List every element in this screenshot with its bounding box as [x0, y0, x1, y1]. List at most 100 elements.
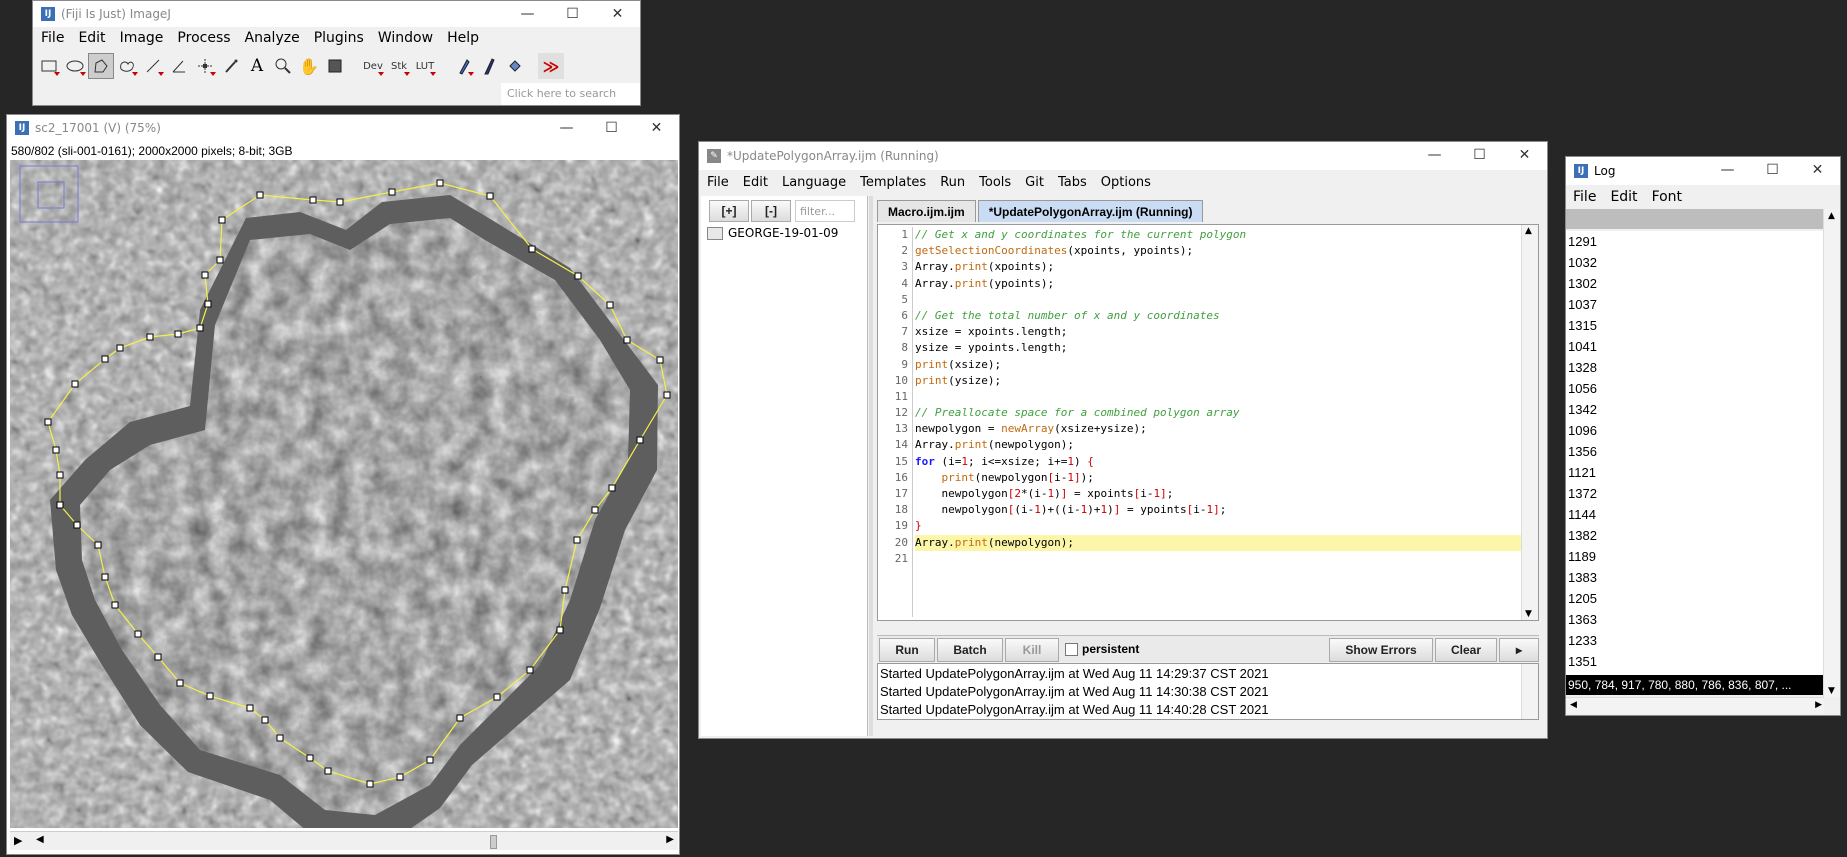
editor-menu-templates[interactable]: Templates — [853, 175, 933, 190]
polygon-handle[interactable] — [276, 734, 284, 742]
editor-menu-edit[interactable]: Edit — [736, 175, 775, 190]
scroll-right-icon[interactable]: ▶ — [1815, 700, 1822, 710]
polygon-handle[interactable] — [493, 693, 501, 701]
batch-button[interactable]: Batch — [937, 638, 1003, 662]
scroll-left-icon[interactable]: ◀ — [1570, 700, 1577, 710]
code-line[interactable]: Array.print(newpolygon); — [915, 437, 1521, 453]
output-vscrollbar[interactable] — [1521, 664, 1538, 719]
flood-fill-tool-icon[interactable] — [502, 53, 528, 79]
polygon-handle[interactable] — [636, 436, 644, 444]
scroll-right-icon[interactable]: ▶ — [666, 834, 674, 845]
close-icon[interactable]: ✕ — [634, 115, 679, 141]
code-line[interactable]: Array.print(ypoints); — [915, 276, 1521, 292]
editor-menu-language[interactable]: Language — [775, 175, 853, 190]
polygon-tool-icon[interactable] — [88, 53, 114, 79]
polygon-handle[interactable] — [44, 418, 52, 426]
minimize-icon[interactable]: — — [1412, 142, 1457, 168]
maximize-icon[interactable]: ☐ — [1457, 142, 1502, 168]
minimize-icon[interactable]: — — [1705, 157, 1750, 183]
scroll-down-icon[interactable]: ▼ — [1525, 609, 1532, 619]
editor-menu-tools[interactable]: Tools — [972, 175, 1018, 190]
tab-macro[interactable]: Macro.ijm.ijm — [877, 200, 976, 222]
code-line[interactable] — [915, 389, 1521, 405]
polygon-handle[interactable] — [623, 336, 631, 344]
oval-tool-icon[interactable] — [62, 53, 88, 79]
code-line[interactable]: ysize = ypoints.length; — [915, 340, 1521, 356]
tree-remove-button[interactable]: [-] — [751, 200, 791, 222]
code-line[interactable]: xsize = xpoints.length; — [915, 324, 1521, 340]
log-vscrollbar[interactable]: ▲ ▼ — [1823, 209, 1840, 697]
code-line[interactable]: getSelectionCoordinates(xpoints, ypoints… — [915, 243, 1521, 259]
close-icon[interactable]: ✕ — [1502, 142, 1547, 168]
polygon-handle[interactable] — [526, 666, 534, 674]
tree-add-button[interactable]: [+] — [709, 200, 749, 222]
polygon-handle[interactable] — [656, 356, 664, 364]
code-line[interactable]: print(ysize); — [915, 373, 1521, 389]
polygon-handle[interactable] — [146, 333, 154, 341]
polygon-handle[interactable] — [116, 344, 124, 352]
polygon-handle[interactable] — [196, 324, 204, 332]
polygon-handle[interactable] — [56, 501, 64, 509]
log-menu-font[interactable]: Font — [1645, 189, 1689, 205]
stk-tool[interactable]: Stk — [386, 53, 412, 79]
maximize-icon[interactable]: ☐ — [550, 1, 595, 27]
polygon-handle[interactable] — [528, 245, 536, 253]
code-line[interactable]: newpolygon = newArray(xsize+ysize); — [915, 421, 1521, 437]
wand-tool-icon[interactable] — [218, 53, 244, 79]
polygon-handle[interactable] — [261, 716, 269, 724]
brush-tool-icon[interactable] — [476, 53, 502, 79]
code-line[interactable]: // Get the total number of x and y coord… — [915, 308, 1521, 324]
polygon-handle[interactable] — [591, 506, 599, 514]
polygon-handle[interactable] — [52, 446, 60, 454]
imagej-menu-image[interactable]: Image — [113, 30, 171, 46]
code-line[interactable]: } — [915, 518, 1521, 534]
imagej-menu-edit[interactable]: Edit — [71, 30, 112, 46]
code-line[interactable]: Array.print(newpolygon); — [915, 534, 1521, 551]
polygon-handle[interactable] — [561, 586, 569, 594]
polygon-handle[interactable] — [174, 330, 182, 338]
scroll-down-icon[interactable]: ▼ — [1828, 686, 1835, 696]
polygon-handle[interactable] — [306, 754, 314, 762]
log-text-area[interactable]: 1291 1032 1302 1037 1315 1041 1328 1056 1342 1096… — [1566, 231, 1824, 695]
slice-scroll-thumb[interactable] — [490, 835, 497, 849]
scroll-up-icon[interactable]: ▲ — [1525, 226, 1532, 236]
polygon-handle[interactable] — [426, 756, 434, 764]
color-picker-tool-icon[interactable] — [322, 53, 348, 79]
maximize-icon[interactable]: ☐ — [589, 115, 634, 141]
run-button[interactable]: Run — [879, 638, 935, 662]
maximize-icon[interactable]: ☐ — [1750, 157, 1795, 183]
code-text[interactable]: // Get x and y coordinates for the curre… — [915, 227, 1521, 567]
minimize-icon[interactable]: — — [544, 115, 589, 141]
splitter[interactable] — [869, 196, 873, 736]
polygon-handle[interactable] — [573, 536, 581, 544]
editor-menu-file[interactable]: File — [700, 175, 736, 190]
polygon-handle[interactable] — [71, 380, 79, 388]
imagej-menu-file[interactable]: File — [34, 30, 71, 46]
persistent-checkbox[interactable]: persistent — [1065, 642, 1139, 656]
polygon-handle[interactable] — [608, 484, 616, 492]
code-area[interactable]: 1 2 3 4 5 6 7 8 9 10 11 12 13 14 15 16 17 18 19 20 21 // Get… — [877, 224, 1539, 621]
freehand-tool-icon[interactable] — [114, 53, 140, 79]
polygon-handle[interactable] — [73, 521, 81, 529]
show-errors-button[interactable]: Show Errors — [1329, 638, 1433, 662]
editor-menu-run[interactable]: Run — [933, 175, 972, 190]
polygon-handle[interactable] — [366, 780, 374, 788]
polygon-handle[interactable] — [456, 714, 464, 722]
editor-menu-tabs[interactable]: Tabs — [1051, 175, 1094, 190]
line-tool-icon[interactable] — [140, 53, 166, 79]
tab-update-polygon-array[interactable]: *UpdatePolygonArray.ijm (Running) — [977, 200, 1204, 222]
polygon-handle[interactable] — [436, 179, 444, 187]
polygon-handle[interactable] — [606, 301, 614, 309]
polygon-handle[interactable] — [204, 300, 212, 308]
polygon-handle[interactable] — [134, 630, 142, 638]
imagej-menu-plugins[interactable]: Plugins — [307, 30, 371, 46]
editor-menu-options[interactable]: Options — [1094, 175, 1158, 190]
polygon-handle[interactable] — [324, 767, 332, 775]
polygon-handle[interactable] — [101, 573, 109, 581]
code-line[interactable]: // Get x and y coordinates for the curre… — [915, 227, 1521, 243]
more-options-button[interactable]: ▸ — [1499, 638, 1539, 662]
code-line[interactable]: // Preallocate space for a combined poly… — [915, 405, 1521, 421]
log-menu-file[interactable]: File — [1566, 189, 1603, 205]
polygon-handle[interactable] — [388, 188, 396, 196]
imagej-search-field[interactable]: Click here to search — [501, 83, 640, 105]
